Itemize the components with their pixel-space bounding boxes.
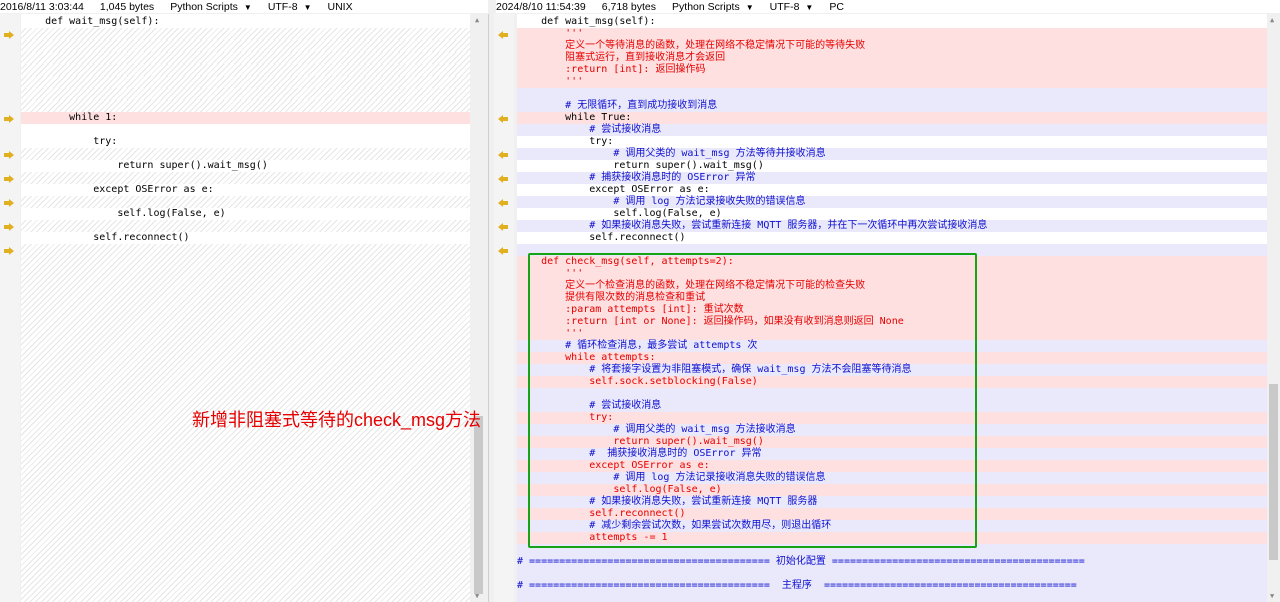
chevron-down-icon: ▼ bbox=[243, 2, 252, 12]
diff-arrow-icon[interactable] bbox=[4, 199, 14, 207]
code-line[interactable]: # ======================================… bbox=[517, 556, 1267, 568]
code-line[interactable] bbox=[21, 148, 470, 160]
left-language-label: Python Scripts bbox=[170, 0, 238, 13]
code-line[interactable] bbox=[517, 88, 1267, 100]
right-diff-gutter bbox=[494, 14, 514, 602]
check-msg-highlight-box bbox=[528, 253, 977, 548]
code-line[interactable]: return super().wait_msg() bbox=[21, 160, 470, 172]
code-line[interactable]: 阻塞式运行，直到接收消息才会返回 bbox=[517, 52, 1267, 64]
scroll-up-icon[interactable]: ▲ bbox=[475, 16, 479, 24]
chevron-down-icon: ▼ bbox=[805, 2, 814, 12]
code-line[interactable]: # 无限循环，直到成功接收到消息 bbox=[517, 100, 1267, 112]
right-encoding-label: UTF-8 bbox=[769, 0, 800, 13]
left-scrollbar[interactable]: ▲ ▼ bbox=[472, 14, 485, 602]
left-file-date: 2016/8/11 3:03:44 bbox=[0, 0, 84, 13]
diff-arrow-icon[interactable] bbox=[4, 31, 14, 39]
code-line[interactable] bbox=[21, 88, 470, 100]
code-line[interactable]: :return [int]: 返回操作码 bbox=[517, 64, 1267, 76]
code-line[interactable]: except OSError as e: bbox=[517, 184, 1267, 196]
left-language-select[interactable]: Python Scripts ▼ bbox=[170, 1, 252, 13]
code-line[interactable] bbox=[21, 28, 470, 40]
diff-arrow-icon[interactable] bbox=[498, 247, 508, 255]
diff-arrow-icon[interactable] bbox=[4, 151, 14, 159]
code-line[interactable]: # 捕获接收消息时的 OSError 异常 bbox=[517, 172, 1267, 184]
diff-arrow-icon[interactable] bbox=[498, 223, 508, 231]
right-file-date: 2024/8/10 11:54:39 bbox=[496, 0, 586, 13]
code-line[interactable]: ''' bbox=[517, 76, 1267, 88]
code-line[interactable]: while 1: bbox=[21, 112, 470, 124]
diff-arrow-icon[interactable] bbox=[4, 223, 14, 231]
code-line[interactable]: # 调用 log 方法记录接收失败的错误信息 bbox=[517, 196, 1267, 208]
diff-arrow-icon[interactable] bbox=[498, 175, 508, 183]
diff-arrow-icon[interactable] bbox=[498, 199, 508, 207]
left-code-pane[interactable]: def wait_msg(self): while 1: try: return… bbox=[21, 14, 470, 602]
code-line[interactable]: ''' bbox=[517, 28, 1267, 40]
code-line[interactable] bbox=[21, 172, 470, 184]
code-line[interactable] bbox=[21, 220, 470, 232]
code-line[interactable]: def wait_msg(self): bbox=[21, 16, 470, 28]
code-line[interactable] bbox=[21, 52, 470, 64]
code-line[interactable] bbox=[21, 196, 470, 208]
right-file-size: 6,718 bytes bbox=[601, 0, 657, 13]
diff-arrow-icon[interactable] bbox=[498, 151, 508, 159]
right-scroll-thumb[interactable] bbox=[1269, 384, 1278, 560]
left-encoding-label: UTF-8 bbox=[267, 0, 298, 13]
left-status-bar: 2016/8/11 3:03:44 1,045 bytes Python Scr… bbox=[0, 0, 488, 13]
code-line[interactable]: # 调用父类的 wait_msg 方法等待并接收消息 bbox=[517, 148, 1267, 160]
right-language-select[interactable]: Python Scripts ▼ bbox=[672, 1, 754, 13]
code-line[interactable]: try: bbox=[21, 136, 470, 148]
diff-arrow-icon[interactable] bbox=[498, 31, 508, 39]
code-line[interactable] bbox=[21, 64, 470, 76]
right-encoding-select[interactable]: UTF-8 ▼ bbox=[770, 1, 814, 13]
left-encoding-select[interactable]: UTF-8 ▼ bbox=[268, 1, 312, 13]
code-line[interactable]: except OSError as e: bbox=[21, 184, 470, 196]
chevron-down-icon: ▼ bbox=[745, 2, 754, 12]
code-line[interactable] bbox=[21, 100, 470, 112]
code-line[interactable]: # 如果接收消息失败，尝试重新连接 MQTT 服务器，并在下一次循环中再次尝试接… bbox=[517, 220, 1267, 232]
diff-arrow-icon[interactable] bbox=[498, 115, 508, 123]
diff-arrow-icon[interactable] bbox=[4, 247, 14, 255]
code-line[interactable]: self.reconnect() bbox=[21, 232, 470, 244]
code-line[interactable]: self.log(False, e) bbox=[517, 208, 1267, 220]
code-line[interactable]: self.log(False, e) bbox=[21, 208, 470, 220]
code-line[interactable]: 定义一个等待消息的函数，处理在网络不稳定情况下可能的等待失败 bbox=[517, 40, 1267, 52]
code-line[interactable]: self.reconnect() bbox=[517, 232, 1267, 244]
left-scroll-thumb[interactable] bbox=[474, 416, 483, 594]
code-line[interactable]: return super().wait_msg() bbox=[517, 160, 1267, 172]
right-line-ending[interactable]: PC bbox=[829, 1, 844, 13]
right-language-label: Python Scripts bbox=[672, 0, 740, 13]
code-line[interactable]: try: bbox=[517, 136, 1267, 148]
left-diff-gutter bbox=[0, 14, 20, 602]
scroll-down-icon[interactable]: ▼ bbox=[475, 592, 479, 600]
code-line[interactable] bbox=[21, 40, 470, 52]
right-status-bar: 2024/8/10 11:54:39 6,718 bytes Python Sc… bbox=[496, 0, 1280, 13]
code-line[interactable] bbox=[21, 124, 470, 136]
scroll-up-icon[interactable]: ▲ bbox=[1270, 16, 1274, 24]
left-line-ending[interactable]: UNIX bbox=[327, 1, 352, 13]
code-line[interactable] bbox=[517, 592, 1267, 602]
code-line[interactable]: while True: bbox=[517, 112, 1267, 124]
code-line[interactable]: # 尝试接收消息 bbox=[517, 124, 1267, 136]
diff-arrow-icon[interactable] bbox=[4, 115, 14, 123]
code-line[interactable]: def wait_msg(self): bbox=[517, 16, 1267, 28]
diff-arrow-icon[interactable] bbox=[4, 175, 14, 183]
code-line[interactable] bbox=[21, 76, 470, 88]
annotation-text: 新增非阻塞式等待的check_msg方法 bbox=[192, 410, 482, 430]
code-line[interactable] bbox=[517, 568, 1267, 580]
scroll-down-icon[interactable]: ▼ bbox=[1270, 592, 1274, 600]
pane-divider[interactable] bbox=[488, 14, 489, 602]
code-line[interactable]: # ======================================… bbox=[517, 580, 1267, 592]
chevron-down-icon: ▼ bbox=[303, 2, 312, 12]
right-scrollbar[interactable]: ▲ ▼ bbox=[1267, 14, 1280, 602]
left-file-size: 1,045 bytes bbox=[99, 0, 155, 13]
